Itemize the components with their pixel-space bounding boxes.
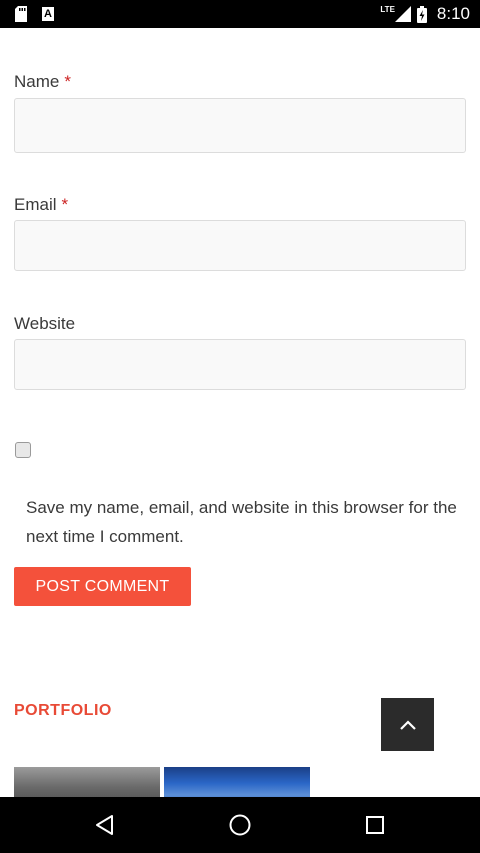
email-input[interactable] — [14, 220, 466, 271]
portfolio-heading: PORTFOLIO — [14, 702, 112, 719]
required-marker: * — [64, 72, 71, 91]
website-label-text: Website — [14, 314, 76, 333]
page-content: Name * Email * Website Save my name, email… — [0, 28, 480, 797]
email-label-text: Email — [14, 195, 57, 214]
network-type-label: LTE — [380, 4, 395, 14]
save-info-checkbox[interactable] — [15, 442, 31, 458]
portfolio-thumbnail[interactable] — [164, 767, 310, 797]
website-label: Website — [14, 314, 75, 334]
chevron-up-icon — [399, 719, 416, 730]
recents-square-icon — [366, 816, 384, 834]
save-info-consent-text: Save my name, email, and website in this… — [26, 498, 457, 546]
portfolio-thumbnail[interactable] — [14, 767, 160, 797]
clock-time: 8:10 — [436, 4, 470, 23]
nav-recents-button[interactable] — [335, 797, 415, 853]
nav-home-button[interactable] — [200, 797, 280, 853]
sd-card-icon — [15, 6, 27, 22]
scroll-to-top-button[interactable] — [381, 698, 434, 751]
battery-charging-icon — [416, 5, 427, 23]
signal-icon — [394, 6, 411, 22]
post-comment-button[interactable]: POST COMMENT — [14, 567, 191, 606]
back-triangle-icon — [96, 815, 113, 835]
font-app-icon: A — [42, 7, 54, 21]
website-input[interactable] — [14, 339, 466, 390]
email-label: Email * — [14, 195, 68, 215]
required-marker: * — [61, 195, 69, 214]
name-label-text: Name — [14, 72, 60, 91]
name-label: Name * — [14, 72, 71, 92]
home-circle-icon — [229, 814, 251, 836]
status-bar: A LTE 8:10 — [0, 0, 480, 28]
nav-back-button[interactable] — [65, 797, 145, 853]
name-input[interactable] — [14, 98, 466, 153]
system-nav-bar — [0, 797, 480, 853]
